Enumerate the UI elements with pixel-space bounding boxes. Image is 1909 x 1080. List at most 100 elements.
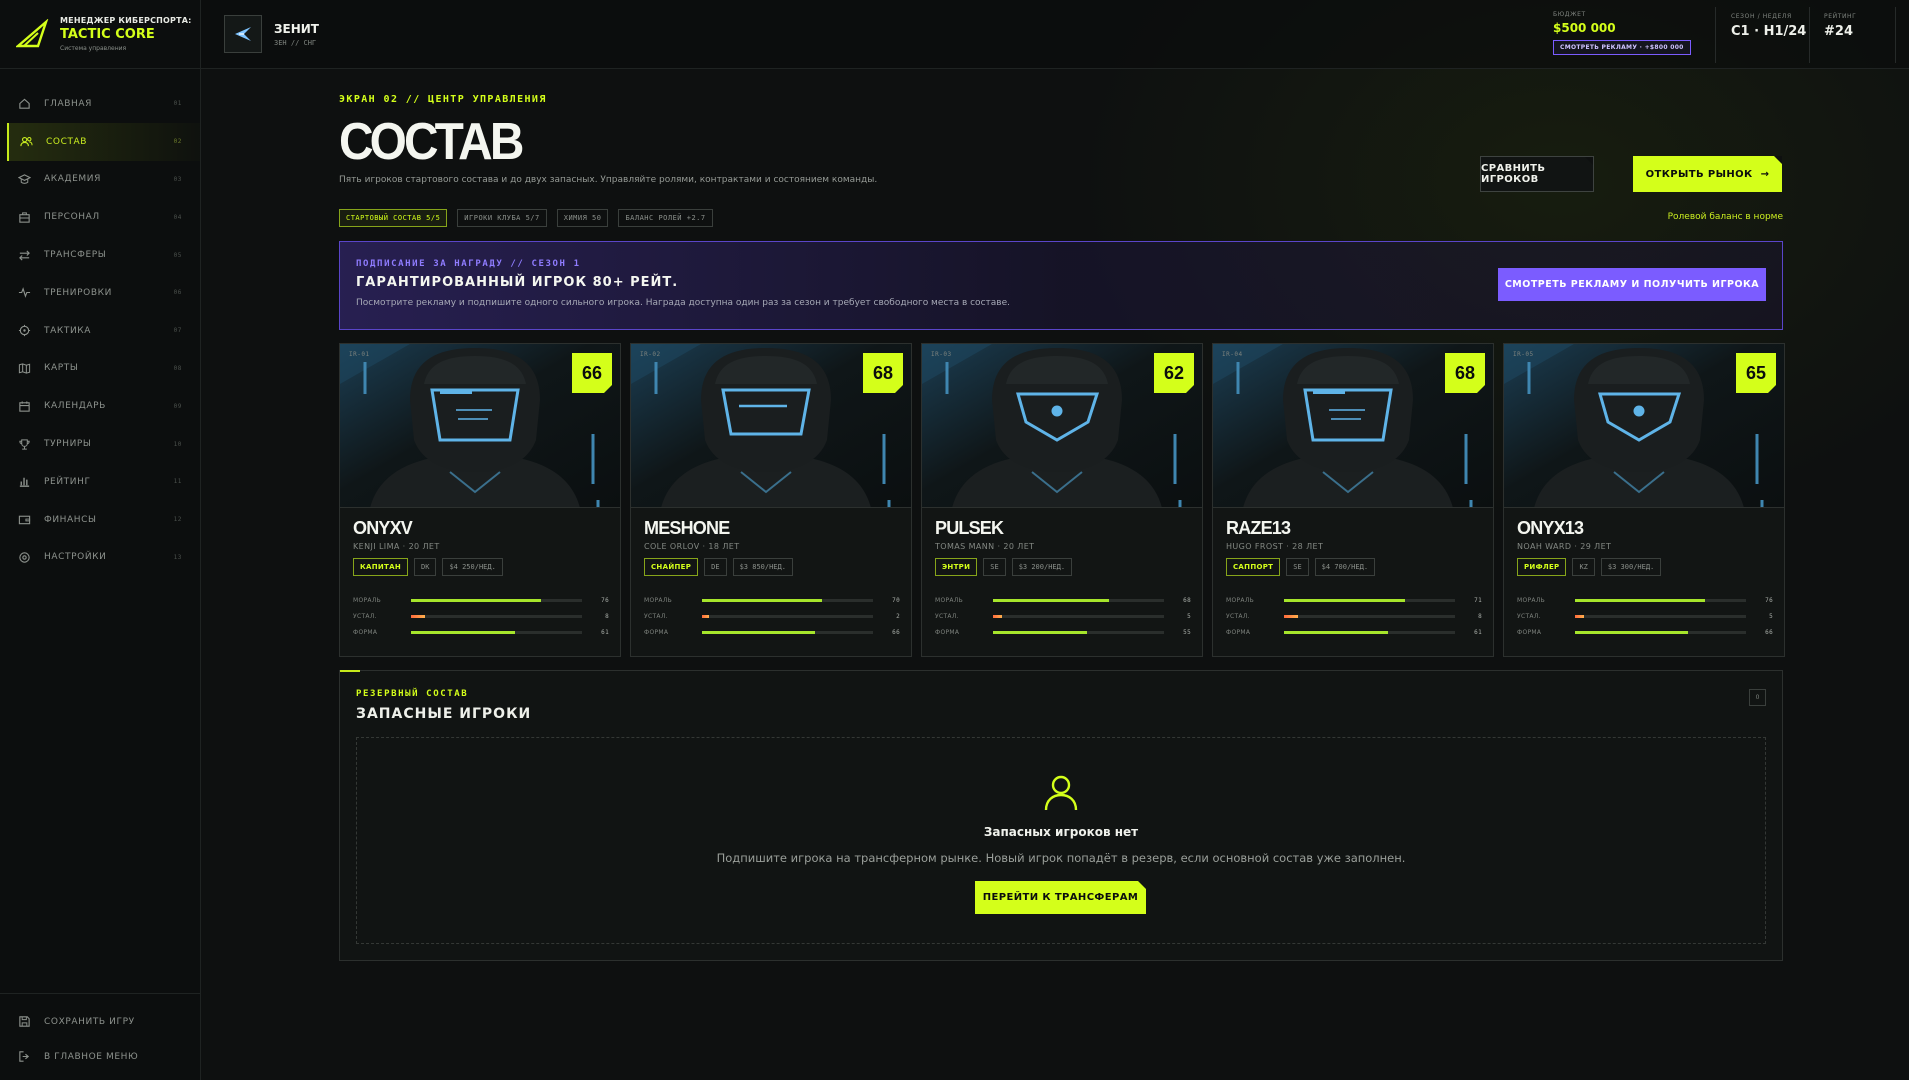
player-role-tag[interactable]: САППОРТ (1226, 558, 1281, 576)
sidebar-item-bar-chart[interactable]: РЕЙТИНГ 11 (0, 463, 200, 501)
player-real-name: NOAH WARD · 29 ЛЕТ (1517, 542, 1612, 551)
sidebar-item-save[interactable]: СОХРАНИТЬ ИГРУ (0, 1004, 200, 1039)
player-id: IR-02 (640, 351, 661, 358)
stat-label: УСТАЛ. (1517, 612, 1541, 620)
player-role-tag[interactable]: РИФЛЕР (1517, 558, 1567, 576)
player-card[interactable]: IR-02 68 MESHONE COLE ORLOV · 18 ЛЕТ СНАЙПЕР… (630, 343, 912, 657)
reserve-count: 0 (1749, 689, 1766, 706)
player-region-tag: DE (704, 558, 727, 576)
stat-value: 76 (1765, 596, 1773, 604)
sidebar-item-label: АКАДЕМИЯ (44, 174, 101, 185)
player-rating-badge: 65 (1736, 353, 1776, 393)
stat-label: МОРАЛЬ (644, 596, 673, 604)
sidebar-item-home[interactable]: ГЛАВНАЯ 01 (0, 85, 200, 123)
open-market-button[interactable]: ОТКРЫТЬ РЫНОК → (1633, 156, 1782, 192)
stat-label: МОРАЛЬ (353, 596, 382, 604)
sidebar-item-graduation-cap[interactable]: АКАДЕМИЯ 03 (0, 161, 200, 199)
player-card[interactable]: IR-04 68 RAZE13 HUGO FROST · 28 ЛЕТ САППОРТ S… (1212, 343, 1494, 657)
player-nickname: RAZE13 (1226, 518, 1291, 538)
player-card[interactable]: IR-03 62 PULSEK TOMAS MANN · 20 ЛЕТ ЭНТРИ SE $… (921, 343, 1203, 657)
corner-decoration (1585, 157, 1593, 165)
player-real-name: TOMAS MANN · 20 ЛЕТ (935, 542, 1035, 551)
player-portrait: IR-04 68 (1213, 344, 1493, 508)
page-title: СОСТАВ (339, 113, 524, 171)
compare-players-label: СРАВНИТЬ ИГРОКОВ (1481, 163, 1546, 185)
stat-value: 8 (1478, 612, 1482, 620)
stat-value: 71 (1474, 596, 1482, 604)
sidebar-item-label: ТУРНИРЫ (44, 439, 92, 450)
rating-block: РЕЙТИНГ #24 (1824, 13, 1856, 39)
sidebar-item-crosshair[interactable]: ТАКТИКА 07 (0, 312, 200, 350)
stat-value: 61 (1474, 628, 1482, 636)
player-salary-tag: $3 300/НЕД. (1600, 558, 1662, 576)
stat-value: 66 (1765, 628, 1773, 636)
player-region-tag: KZ (1572, 558, 1595, 576)
compare-players-button[interactable]: СРАВНИТЬ ИГРОКОВ (1480, 156, 1594, 192)
calendar-icon (18, 400, 31, 413)
stat-fill (993, 630, 1088, 634)
sidebar-item-number: 01 (173, 100, 182, 108)
stat-row-fatigue: УСТАЛ. 8 (353, 608, 609, 624)
stat-value: 5 (1769, 612, 1773, 620)
rating-label: РЕЙТИНГ (1824, 13, 1857, 20)
sidebar-item-settings[interactable]: НАСТРОЙКИ 13 (0, 539, 200, 577)
player-stats: МОРАЛЬ 70 УСТАЛ. 2 ФОРМА 66 (644, 592, 900, 640)
reward-description: Посмотрите рекламу и подпишите одного си… (356, 298, 1010, 308)
stat-value: 66 (892, 628, 900, 636)
stat-label: ФОРМА (1226, 628, 1251, 636)
divider (1715, 7, 1716, 63)
stat-value: 61 (601, 628, 609, 636)
sidebar-item-calendar[interactable]: КАЛЕНДАРЬ 09 (0, 387, 200, 425)
stat-row-form: ФОРМА 66 (644, 624, 900, 640)
player-role-tag[interactable]: СНАЙПЕР (644, 558, 699, 576)
stat-fill (1284, 614, 1298, 618)
stat-row-form: ФОРМА 61 (1226, 624, 1482, 640)
player-stats: МОРАЛЬ 68 УСТАЛ. 5 ФОРМА 55 (935, 592, 1191, 640)
sidebar-item-logout[interactable]: В ГЛАВНОЕ МЕНЮ (0, 1039, 200, 1074)
stat-row-morale: МОРАЛЬ 76 (353, 592, 609, 608)
sidebar: МЕНЕДЖЕР КИБЕРСПОРТА: TACTIC CORE Систем… (0, 0, 201, 1080)
go-to-transfers-button[interactable]: ПЕРЕЙТИ К ТРАНСФЕРАМ (975, 881, 1146, 914)
player-portrait: IR-01 66 (340, 344, 620, 508)
settings-icon (18, 551, 31, 564)
stat-row-form: ФОРМА 66 (1517, 624, 1773, 640)
stat-row-morale: МОРАЛЬ 70 (644, 592, 900, 608)
sidebar-item-number: 13 (173, 553, 182, 561)
sidebar-item-label: ТРАНСФЕРЫ (44, 250, 107, 261)
player-card[interactable]: IR-05 65 ONYX13 NOAH WARD · 29 ЛЕТ РИФЛЕР KZ $… (1503, 343, 1785, 657)
stat-bar (702, 630, 873, 634)
sidebar-item-users[interactable]: СОСТАВ 02 (7, 122, 200, 161)
season-value: C1 · H1/24 (1731, 24, 1807, 39)
stat-row-morale: МОРАЛЬ 76 (1517, 592, 1773, 608)
team-info[interactable]: ЗЕНИТ ЗЕН // СНГ (224, 15, 319, 53)
stat-row-fatigue: УСТАЛ. 2 (644, 608, 900, 624)
sidebar-item-briefcase[interactable]: ПЕРСОНАЛ 04 (0, 198, 200, 236)
player-stats: МОРАЛЬ 71 УСТАЛ. 8 ФОРМА 61 (1226, 592, 1482, 640)
player-role-tag[interactable]: ЭНТРИ (935, 558, 978, 576)
sidebar-item-trophy[interactable]: ТУРНИРЫ 10 (0, 425, 200, 463)
stat-value: 70 (892, 596, 900, 604)
player-region-tag: SE (983, 558, 1006, 576)
sidebar-item-activity[interactable]: ТРЕНИРОВКИ 06 (0, 274, 200, 312)
sidebar-item-transfer-arrows[interactable]: ТРАНСФЕРЫ 05 (0, 236, 200, 274)
empty-reserve-state: Запасных игроков нет Подпишите игрока на… (356, 737, 1766, 944)
sidebar-item-wallet[interactable]: ФИНАНСЫ 12 (0, 501, 200, 539)
player-id: IR-01 (349, 351, 370, 358)
player-card[interactable]: IR-01 66 ONYXV KENJI LIMA · 20 ЛЕТ КАПИТАН DK… (339, 343, 621, 657)
reserve-tag: РЕЗЕРВНЫЙ СОСТАВ (356, 689, 469, 699)
player-portrait: IR-05 65 (1504, 344, 1784, 508)
watch-ad-budget-button[interactable]: СМОТРЕТЬ РЕКЛАМУ · +$800 000 (1553, 40, 1691, 55)
player-tags: САППОРТ SE $4 700/НЕД. (1226, 558, 1376, 576)
starting-lineup: IR-01 66 ONYXV KENJI LIMA · 20 ЛЕТ КАПИТАН DK… (339, 343, 1785, 657)
map-icon (18, 362, 31, 375)
stat-value: 55 (1183, 628, 1191, 636)
season-label: СЕЗОН / НЕДЕЛЯ (1731, 13, 1792, 20)
watch-ad-get-player-button[interactable]: СМОТРЕТЬ РЕКЛАМУ И ПОЛУЧИТЬ ИГРОКА (1498, 268, 1766, 301)
player-role-tag[interactable]: КАПИТАН (353, 558, 409, 576)
sidebar-item-label: НАСТРОЙКИ (44, 552, 107, 563)
stat-fill (1575, 630, 1688, 634)
player-nickname: ONYX13 (1517, 518, 1584, 538)
empty-title: Запасных игроков нет (983, 825, 1139, 839)
sidebar-item-map[interactable]: КАРТЫ 08 (0, 350, 200, 388)
stat-label: МОРАЛЬ (1517, 596, 1546, 604)
